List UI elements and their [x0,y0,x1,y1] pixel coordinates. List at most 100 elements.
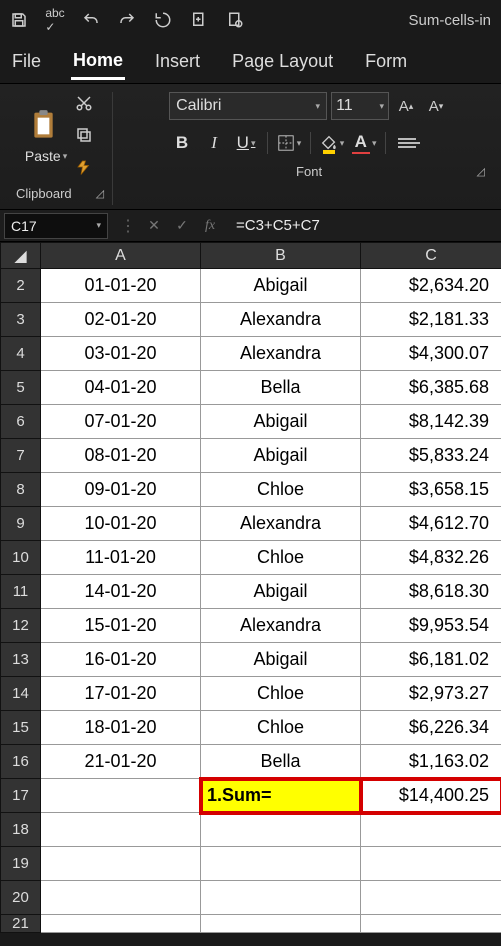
font-launcher-icon[interactable]: ◿ [477,165,485,178]
row-header[interactable]: 4 [1,337,41,371]
row-header[interactable]: 9 [1,507,41,541]
table-row[interactable]: 4 03-01-20 Alexandra $4,300.07 [1,337,501,371]
table-row[interactable]: 8 09-01-20 Chloe $3,658.15 [1,473,501,507]
row-header[interactable]: 21 [1,915,41,933]
font-name-selector[interactable]: Calibri▾ [169,92,327,120]
cell[interactable]: 11-01-20 [41,541,201,575]
tab-insert[interactable]: Insert [153,45,202,78]
row-header[interactable]: 2 [1,269,41,303]
table-row[interactable]: 3 02-01-20 Alexandra $2,181.33 [1,303,501,337]
table-row[interactable]: 15 18-01-20 Chloe $6,226.34 [1,711,501,745]
cell[interactable]: $8,142.39 [361,405,501,439]
bold-button[interactable]: B [169,130,195,156]
cell[interactable]: 01-01-20 [41,269,201,303]
cell[interactable]: $3,658.15 [361,473,501,507]
row-header[interactable]: 10 [1,541,41,575]
row-header[interactable]: 5 [1,371,41,405]
cell[interactable]: Abigail [201,575,361,609]
cell[interactable]: 07-01-20 [41,405,201,439]
formula-input[interactable]: =C3+C5+C7 [228,217,501,234]
table-row[interactable]: 12 15-01-20 Alexandra $9,953.54 [1,609,501,643]
cell[interactable]: $5,833.24 [361,439,501,473]
cell[interactable] [361,881,501,915]
row-header[interactable]: 7 [1,439,41,473]
cell[interactable]: Abigail [201,405,361,439]
cell[interactable]: 04-01-20 [41,371,201,405]
underline-button[interactable]: U▾ [233,130,259,156]
new-file-icon[interactable] [186,7,212,33]
cell[interactable]: 10-01-20 [41,507,201,541]
col-header-c[interactable]: C [361,243,501,269]
cell[interactable]: Alexandra [201,303,361,337]
increase-font-icon[interactable]: A▴ [393,93,419,119]
cell[interactable]: Alexandra [201,337,361,371]
table-row[interactable]: 19 [1,847,501,881]
table-row[interactable]: 21 [1,915,501,933]
row-header[interactable]: 16 [1,745,41,779]
cell[interactable] [41,779,201,813]
cell[interactable]: 14-01-20 [41,575,201,609]
cell[interactable]: 17-01-20 [41,677,201,711]
save-icon[interactable] [6,7,32,33]
redo-icon[interactable] [114,7,140,33]
cell[interactable] [201,813,361,847]
cell[interactable] [201,881,361,915]
row-header[interactable]: 19 [1,847,41,881]
cell[interactable]: Abigail [201,269,361,303]
table-row[interactable]: 5 04-01-20 Bella $6,385.68 [1,371,501,405]
cell[interactable]: $2,181.33 [361,303,501,337]
table-row[interactable]: 18 [1,813,501,847]
row-header[interactable]: 11 [1,575,41,609]
borders-button[interactable]: ▾ [276,130,302,156]
cell[interactable]: 21-01-20 [41,745,201,779]
fill-color-button[interactable]: ▾ [319,130,345,156]
fx-icon[interactable]: fx [200,218,220,234]
cell[interactable]: 15-01-20 [41,609,201,643]
cell[interactable]: Bella [201,371,361,405]
table-row[interactable]: 10 11-01-20 Chloe $4,832.26 [1,541,501,575]
table-row[interactable]: 9 10-01-20 Alexandra $4,612.70 [1,507,501,541]
sum-label-cell[interactable]: 1.Sum= [201,779,361,813]
row-header[interactable]: 14 [1,677,41,711]
name-box[interactable]: C17▾ [4,213,108,239]
tab-file[interactable]: File [10,45,43,78]
cell[interactable] [41,813,201,847]
font-size-selector[interactable]: 11▾ [331,92,389,120]
table-row[interactable]: 14 17-01-20 Chloe $2,973.27 [1,677,501,711]
table-row[interactable]: 2 01-01-20 Abigail $2,634.20 [1,269,501,303]
clipboard-launcher-icon[interactable]: ◿ [96,187,104,200]
cut-icon[interactable] [73,92,95,114]
cell[interactable]: 18-01-20 [41,711,201,745]
tab-formulas[interactable]: Form [363,45,409,78]
row-header[interactable]: 18 [1,813,41,847]
cell[interactable]: Chloe [201,677,361,711]
italic-button[interactable]: I [201,130,227,156]
cell[interactable] [201,847,361,881]
table-row[interactable]: 6 07-01-20 Abigail $8,142.39 [1,405,501,439]
cell[interactable]: Alexandra [201,609,361,643]
sum-row[interactable]: 17 1.Sum= $14,400.25 [1,779,501,813]
repeat-icon[interactable] [150,7,176,33]
cell[interactable]: $2,973.27 [361,677,501,711]
cell[interactable]: 08-01-20 [41,439,201,473]
cell[interactable]: Alexandra [201,507,361,541]
cell[interactable] [41,847,201,881]
worksheet-grid[interactable]: ◢ A B C 2 01-01-20 Abigail $2,634.203 02… [0,242,501,933]
copy-icon[interactable] [73,124,95,146]
cell[interactable]: 09-01-20 [41,473,201,507]
cell[interactable]: Bella [201,745,361,779]
cell[interactable]: Chloe [201,473,361,507]
row-header[interactable]: 20 [1,881,41,915]
select-all-corner[interactable]: ◢ [1,243,41,269]
col-header-b[interactable]: B [201,243,361,269]
cell[interactable]: 02-01-20 [41,303,201,337]
row-header[interactable]: 12 [1,609,41,643]
paste-button[interactable]: Paste▾ [25,106,67,164]
cell[interactable]: $6,226.34 [361,711,501,745]
cell[interactable]: $4,832.26 [361,541,501,575]
spellcheck-icon[interactable]: abc✓ [42,7,68,33]
cell[interactable]: $4,300.07 [361,337,501,371]
tab-page-layout[interactable]: Page Layout [230,45,335,78]
format-painter-icon[interactable] [73,156,95,178]
table-row[interactable]: 16 21-01-20 Bella $1,163.02 [1,745,501,779]
